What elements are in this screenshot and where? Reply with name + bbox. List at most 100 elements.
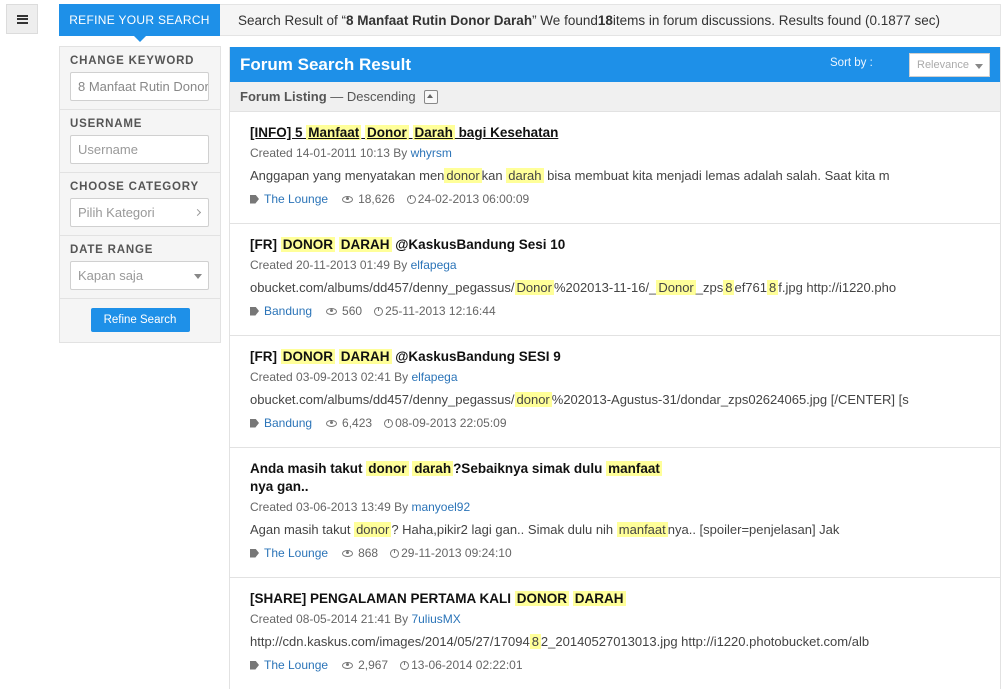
last-post-value: 25-11-2013 12:16:44	[385, 304, 496, 318]
last-post-value: 24-02-2013 06:00:09	[417, 192, 530, 206]
username-input[interactable]: Username	[70, 135, 209, 164]
hamburger-icon	[16, 14, 28, 24]
title-highlight: DONOR	[280, 237, 335, 252]
title-highlight: darah	[412, 461, 454, 476]
created-date: Created 20-11-2013 01:49 By	[250, 258, 411, 272]
result-stats: Bandung 560 25-11-2013 12:16:44	[250, 303, 980, 319]
snippet-highlight: 8	[723, 280, 735, 295]
snippet-highlight: Donor	[656, 280, 696, 295]
summary-suffix: items in forum discussions. Results foun…	[612, 12, 941, 28]
title-text: [FR]	[250, 237, 281, 252]
summary-query: 8 Manfaat Rutin Donor Darah	[346, 12, 533, 28]
forum-tag-link[interactable]: The Lounge	[250, 657, 328, 673]
title-highlight: DARAH	[338, 237, 392, 252]
forum-tag-link[interactable]: The Lounge	[250, 545, 328, 561]
snippet-text: _zps	[695, 280, 724, 295]
view-count-value: 18,626	[358, 192, 395, 206]
refine-search-button[interactable]: Refine Search	[90, 308, 190, 332]
title-text: ?Sebaiknya simak dulu	[453, 461, 607, 476]
title-line: nya gan..	[250, 479, 309, 494]
forum-tag-link[interactable]: Bandung	[250, 303, 312, 319]
snippet-text: ef761	[734, 280, 768, 295]
forum-tag-link[interactable]: The Lounge	[250, 191, 328, 207]
result-meta: Created 03-09-2013 02:41 By elfapega	[250, 369, 980, 385]
view-count: 18,626	[342, 191, 395, 207]
snippet-text: %202013-11-16/_	[553, 280, 657, 295]
clock-icon	[384, 418, 394, 428]
forum-tag-link[interactable]: Bandung	[250, 415, 312, 431]
result-item: [SHARE] PENGALAMAN PERTAMA KALI DONOR DA…	[230, 578, 1000, 689]
refine-search-tab[interactable]: REFINE YOUR SEARCH	[59, 4, 220, 42]
result-title[interactable]: Anda masih takut donor darah ?Sebaiknya s…	[250, 460, 980, 496]
result-title[interactable]: [INFO] 5 Manfaat Donor Darah bagi Keseha…	[250, 124, 980, 142]
title-highlight: donor	[366, 461, 409, 476]
snippet-text: http://cdn.kaskus.com/images/2014/05/27/…	[250, 634, 530, 649]
result-title[interactable]: [SHARE] PENGALAMAN PERTAMA KALI DONOR DA…	[250, 590, 980, 608]
snippet-text: %202013-Agustus-31/dondar_zps02624065.jp…	[551, 392, 909, 407]
last-post-value: 29-11-2013 09:24:10	[401, 546, 512, 560]
snippet-text: 2_20140527013013.jpg http://i1220.photob…	[540, 634, 870, 649]
forum-search-results: Forum Search Result Sort by : Relevance …	[229, 47, 1001, 689]
keyword-section: CHANGE KEYWORD 8 Manfaat Rutin Donor Dar…	[60, 47, 220, 110]
category-label: CHOOSE CATEGORY	[70, 181, 199, 193]
author-link[interactable]: 7uliusMX	[411, 612, 460, 626]
menu-toggle-button[interactable]	[6, 4, 38, 34]
title-highlight: Donor	[365, 125, 409, 140]
created-date: Created 03-09-2013 02:41 By	[250, 370, 412, 384]
date-range-select[interactable]: Kapan saja	[70, 261, 209, 290]
result-title[interactable]: [FR] DONOR DARAH @KaskusBandung SESI 9	[250, 348, 980, 366]
result-meta: Created 08-05-2014 21:41 By 7uliusMX	[250, 611, 980, 627]
title-highlight: DARAH	[338, 349, 392, 364]
view-count-value: 2,967	[358, 658, 389, 672]
title-highlight: DONOR	[280, 349, 335, 364]
view-count: 2,967	[342, 657, 388, 673]
author-link[interactable]: manyoel92	[411, 500, 470, 514]
listing-order: — Descending	[330, 89, 416, 104]
caret-down-icon	[194, 274, 202, 279]
forum-tag-label: The Lounge	[264, 658, 329, 672]
tag-icon	[250, 548, 259, 558]
snippet-highlight: manfaat	[616, 522, 668, 537]
forum-tag-label: The Lounge	[264, 192, 329, 206]
title-text: @KaskusBandung Sesi 10	[391, 237, 566, 252]
view-count: 868	[342, 545, 378, 561]
results-header: Forum Search Result Sort by : Relevance	[230, 47, 1000, 82]
result-snippet: Agan masih takut donor? Haha,pikir2 lagi…	[250, 521, 980, 539]
tag-icon	[250, 418, 259, 428]
snippet-highlight: Donor	[514, 280, 554, 295]
category-select[interactable]: Pilih Kategori	[70, 198, 209, 227]
result-snippet: http://cdn.kaskus.com/images/2014/05/27/…	[250, 633, 980, 651]
snippet-highlight: 8	[529, 634, 541, 649]
last-post-date: 29-11-2013 09:24:10	[390, 545, 512, 561]
forum-tag-label: Bandung	[264, 416, 313, 430]
author-link[interactable]: elfapega	[411, 258, 457, 272]
sort-value: Relevance	[917, 59, 969, 71]
forum-tag-label: Bandung	[264, 304, 313, 318]
result-title[interactable]: [FR] DONOR DARAH @KaskusBandung Sesi 10	[250, 236, 980, 254]
author-link[interactable]: elfapega	[411, 370, 457, 384]
author-link[interactable]: whyrsm	[411, 146, 452, 160]
tag-icon	[250, 660, 259, 670]
tag-icon	[250, 194, 259, 204]
eye-icon	[326, 419, 338, 427]
created-date: Created 08-05-2014 21:41 By	[250, 612, 412, 626]
title-highlight: Darah	[412, 125, 455, 140]
snippet-highlight: 8	[767, 280, 779, 295]
result-item: [FR] DONOR DARAH @KaskusBandung Sesi 10 …	[230, 224, 1000, 336]
snippet-text: Agan masih takut	[250, 522, 355, 537]
sort-order-toggle-icon[interactable]	[423, 89, 438, 104]
result-meta: Created 14-01-2011 10:13 By whyrsm	[250, 145, 980, 161]
keyword-input[interactable]: 8 Manfaat Rutin Donor Darah	[70, 72, 209, 101]
date-range-label: DATE RANGE	[70, 244, 154, 256]
snippet-highlight: darah	[506, 168, 544, 183]
view-count-value: 868	[358, 546, 379, 560]
eye-icon	[342, 661, 354, 669]
result-snippet: obucket.com/albums/dd457/denny_pegassus/…	[250, 279, 980, 297]
sort-select[interactable]: Relevance	[909, 53, 990, 77]
clock-icon	[374, 306, 384, 316]
listing-label: Forum Listing	[240, 89, 327, 104]
snippet-highlight: donor	[444, 168, 482, 183]
result-snippet: Anggapan yang menyatakan men donor kan dar…	[250, 167, 980, 185]
chevron-right-icon	[193, 208, 202, 217]
date-range-section: DATE RANGE Kapan saja	[60, 236, 220, 299]
